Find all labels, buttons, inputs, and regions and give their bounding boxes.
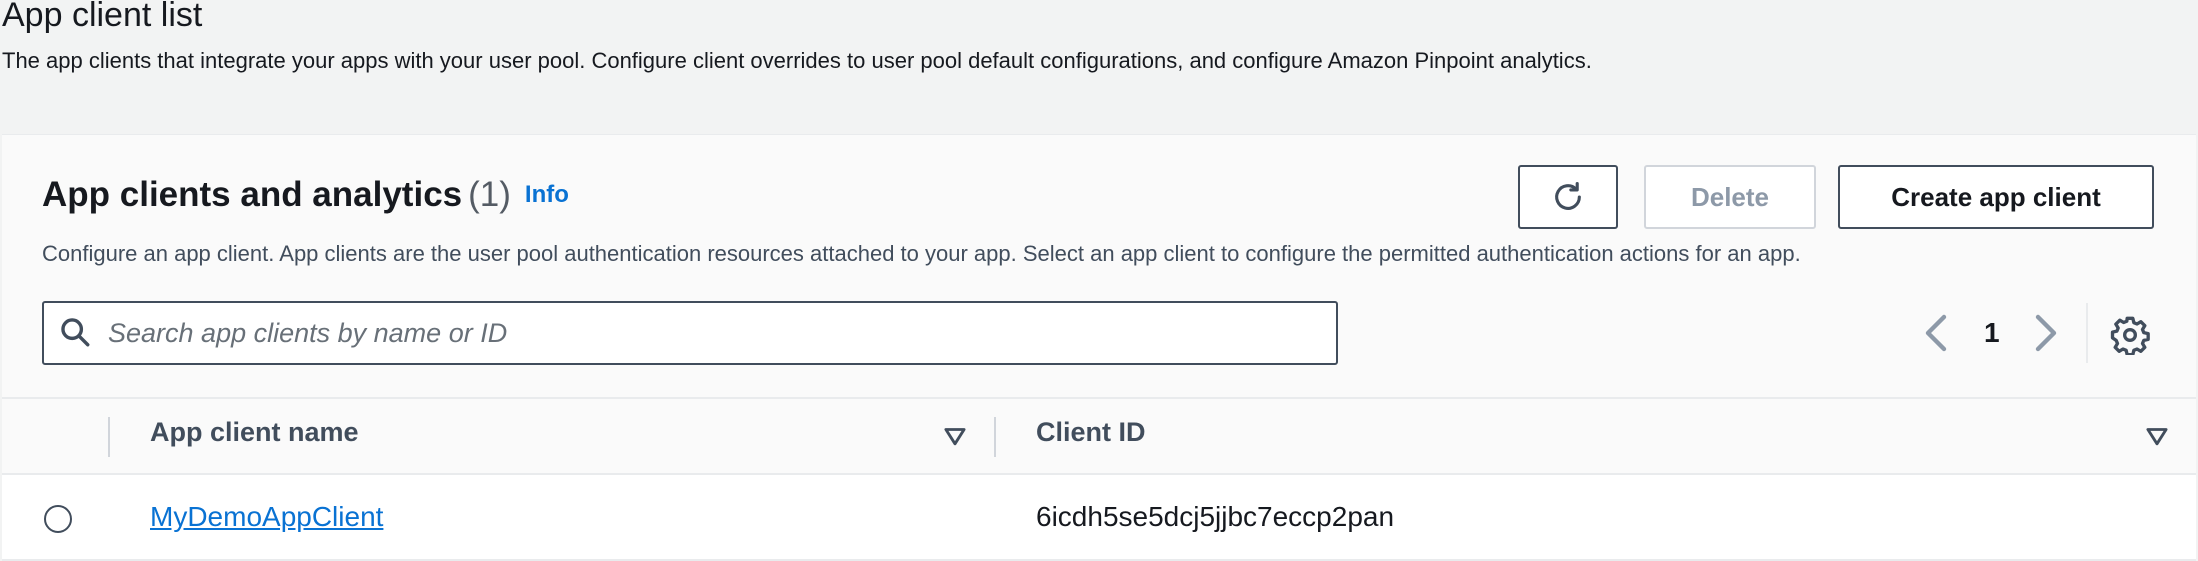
app-clients-panel: App clients and analytics (1) Info Configu…: [2, 134, 2196, 561]
delete-button[interactable]: Delete: [1644, 165, 1816, 229]
previous-page-icon[interactable]: [1922, 311, 1950, 355]
gear-icon[interactable]: [2110, 315, 2150, 357]
search-field[interactable]: [42, 301, 1338, 365]
section-title-text: App clients and analytics: [42, 175, 463, 214]
client-id-value: 6icdh5se5dcj5jjbc7eccp2pan: [1036, 501, 1395, 532]
next-page-icon[interactable]: [2032, 311, 2060, 355]
table-row[interactable]: MyDemoAppClient 6icdh5se5dcj5jjbc7eccp2p…: [2, 475, 2196, 561]
current-page-number[interactable]: 1: [1984, 311, 2000, 355]
column-header-client-id[interactable]: Client ID: [1036, 417, 1146, 448]
sort-down-icon[interactable]: [942, 423, 968, 449]
refresh-button[interactable]: [1518, 165, 1618, 229]
client-count: (1): [468, 175, 511, 214]
info-link[interactable]: Info: [525, 181, 569, 208]
panel-header: App clients and analytics (1) Info Configu…: [2, 135, 2196, 397]
search-input[interactable]: [106, 316, 1210, 350]
sort-down-icon[interactable]: [2144, 423, 2170, 449]
pager-divider: [2086, 303, 2088, 363]
refresh-icon: [1551, 180, 1585, 214]
section-title: App clients and analytics (1) Info: [42, 175, 569, 215]
section-description: Configure an app client. App clients are…: [42, 241, 1801, 266]
column-divider: [994, 417, 996, 457]
app-client-name-link[interactable]: MyDemoAppClient: [150, 501, 383, 533]
row-select-radio[interactable]: [44, 505, 72, 533]
search-icon: [58, 315, 94, 351]
page-description: The app clients that integrate your apps…: [2, 48, 1592, 73]
table-header: App client name Client ID: [2, 397, 2196, 475]
page-title: App client list: [2, 0, 203, 34]
create-app-client-button[interactable]: Create app client: [1838, 165, 2154, 229]
column-divider: [108, 417, 110, 457]
column-header-app-client-name[interactable]: App client name: [150, 417, 359, 448]
